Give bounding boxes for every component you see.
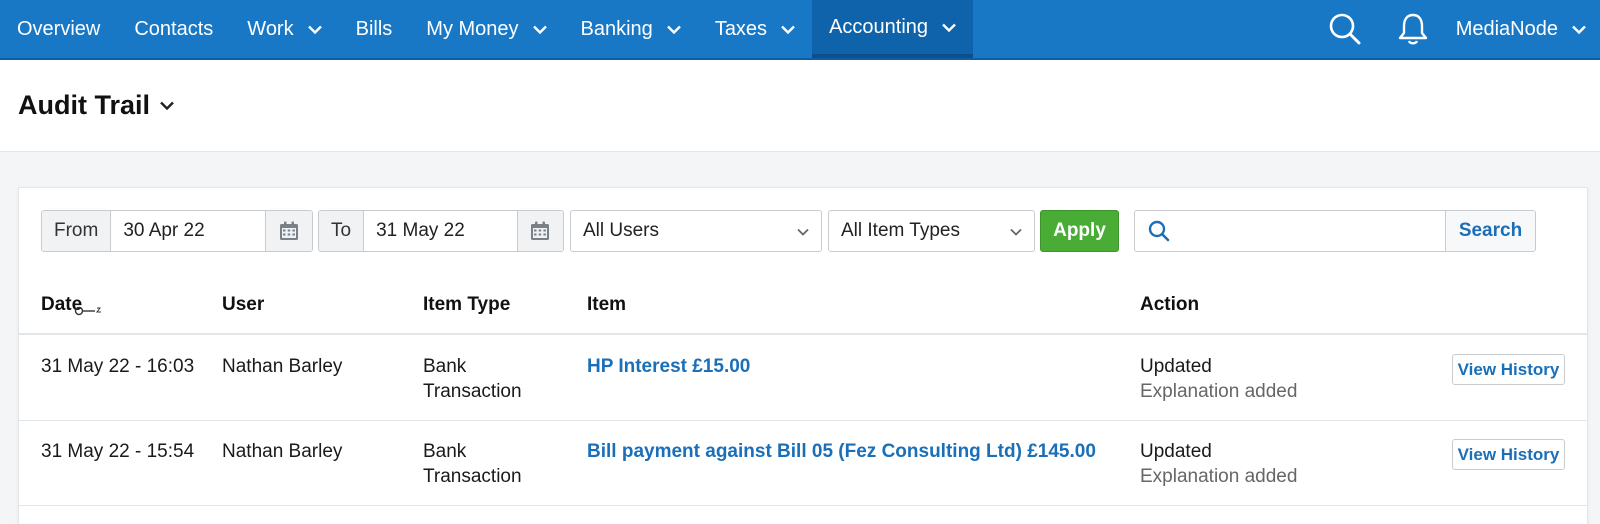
item-type-line: Bank <box>423 441 467 462</box>
nav-label: Bills <box>355 17 393 40</box>
from-date-group: From 30 Apr 22 <box>41 210 313 252</box>
nav-right-group: MediaNode <box>1322 0 1600 58</box>
to-date-input[interactable]: 31 May 22 <box>364 211 518 251</box>
chevron-down-icon <box>797 220 809 242</box>
search-group: Search <box>1134 210 1536 252</box>
calendar-icon[interactable] <box>517 211 563 251</box>
chevron-down-icon <box>532 25 547 34</box>
to-date-group: To 31 May 22 <box>318 210 564 252</box>
nav-accounting[interactable]: Accounting <box>812 0 974 58</box>
row-action: Updated Explanation added <box>1140 439 1297 489</box>
filters-bar: From 30 Apr 22 To 31 May 22 All Users Al… <box>41 210 1581 252</box>
nav-taxes[interactable]: Taxes <box>698 0 812 58</box>
view-history-button[interactable]: View History <box>1452 354 1565 385</box>
item-type-line: Transaction <box>423 381 522 402</box>
nav-my-money[interactable]: My Money <box>409 0 563 58</box>
column-header-action[interactable]: Action <box>1140 294 1199 316</box>
item-type-line: Bank <box>423 356 467 377</box>
table-row: 31 May 22 - 16:03 Nathan Barley Bank Tra… <box>19 336 1587 421</box>
chevron-down-icon <box>781 25 795 34</box>
item-types-select[interactable]: All Item Types <box>828 210 1035 252</box>
page-header: Audit Trail <box>0 60 1600 152</box>
from-label: From <box>42 211 112 251</box>
nav-label: Contacts <box>134 17 214 40</box>
company-name: MediaNode <box>1455 17 1558 40</box>
row-user: Nathan Barley <box>222 356 343 377</box>
from-date-input[interactable]: 30 Apr 22 <box>111 211 267 251</box>
search-input[interactable] <box>1183 211 1445 251</box>
sort-icon <box>73 300 103 316</box>
chevron-down-icon <box>1010 220 1022 242</box>
column-header-user[interactable]: User <box>222 294 264 316</box>
action-detail: Explanation added <box>1140 466 1298 487</box>
item-type-line: Transaction <box>423 466 522 487</box>
chevron-down-icon <box>160 101 174 110</box>
row-item-link[interactable]: HP Interest £15.00 <box>587 354 750 379</box>
action-detail: Explanation added <box>1140 381 1298 402</box>
nav-label: Work <box>247 17 294 40</box>
row-item-type: Bank Transaction <box>423 439 522 489</box>
row-date: 31 May 22 - 16:03 <box>41 356 195 377</box>
row-date: 31 May 22 - 15:54 <box>41 441 195 462</box>
row-user: Nathan Barley <box>222 441 343 462</box>
page-title-text: Audit Trail <box>18 90 151 120</box>
nav-label: Banking <box>580 17 653 40</box>
column-header-item[interactable]: Item <box>587 294 626 316</box>
page-title[interactable]: Audit Trail <box>18 90 174 121</box>
apply-button[interactable]: Apply <box>1040 210 1119 252</box>
search-button[interactable]: Search <box>1445 211 1535 251</box>
nav-label: Accounting <box>829 15 929 38</box>
chevron-down-icon <box>666 25 681 34</box>
item-types-select-value: All Item Types <box>841 220 960 241</box>
view-history-button[interactable]: View History <box>1452 439 1565 470</box>
column-header-date[interactable]: Date <box>41 294 101 316</box>
chevron-down-icon <box>1572 25 1586 34</box>
nav-label: Overview <box>17 17 101 40</box>
nav-label: My Money <box>426 17 519 40</box>
nav-label: Taxes <box>714 17 768 40</box>
users-select[interactable]: All Users <box>570 210 822 252</box>
row-item-type: Bank Transaction <box>423 354 522 404</box>
chevron-down-icon <box>942 23 956 32</box>
calendar-icon[interactable] <box>266 211 312 251</box>
chevron-down-icon <box>307 25 322 34</box>
nav-work[interactable]: Work <box>230 0 338 58</box>
top-navigation: Overview Contacts Work Bills My Money Ba… <box>0 0 1600 60</box>
row-item-link[interactable]: Bill payment against Bill 05 (Fez Consul… <box>587 439 1096 464</box>
nav-contacts[interactable]: Contacts <box>117 0 230 58</box>
table-row: 31 May 22 - 15:54 Nathan Barley Bank Tra… <box>19 421 1587 506</box>
users-select-value: All Users <box>583 220 660 241</box>
nav-overview[interactable]: Overview <box>0 0 117 58</box>
company-menu[interactable]: MediaNode <box>1436 18 1600 41</box>
search-icon[interactable] <box>1322 0 1368 58</box>
table-header: Date User Item Type Item Action <box>19 278 1587 335</box>
audit-trail-card: From 30 Apr 22 To 31 May 22 All Users Al… <box>18 187 1588 524</box>
nav-banking[interactable]: Banking <box>564 0 698 58</box>
column-header-item-type[interactable]: Item Type <box>423 294 510 316</box>
nav-bills[interactable]: Bills <box>339 0 410 58</box>
action-status: Updated <box>1140 356 1212 377</box>
action-status: Updated <box>1140 441 1212 462</box>
row-action: Updated Explanation added <box>1140 354 1297 404</box>
search-icon <box>1135 211 1183 251</box>
bell-icon[interactable] <box>1390 0 1436 58</box>
to-label: To <box>319 211 365 251</box>
